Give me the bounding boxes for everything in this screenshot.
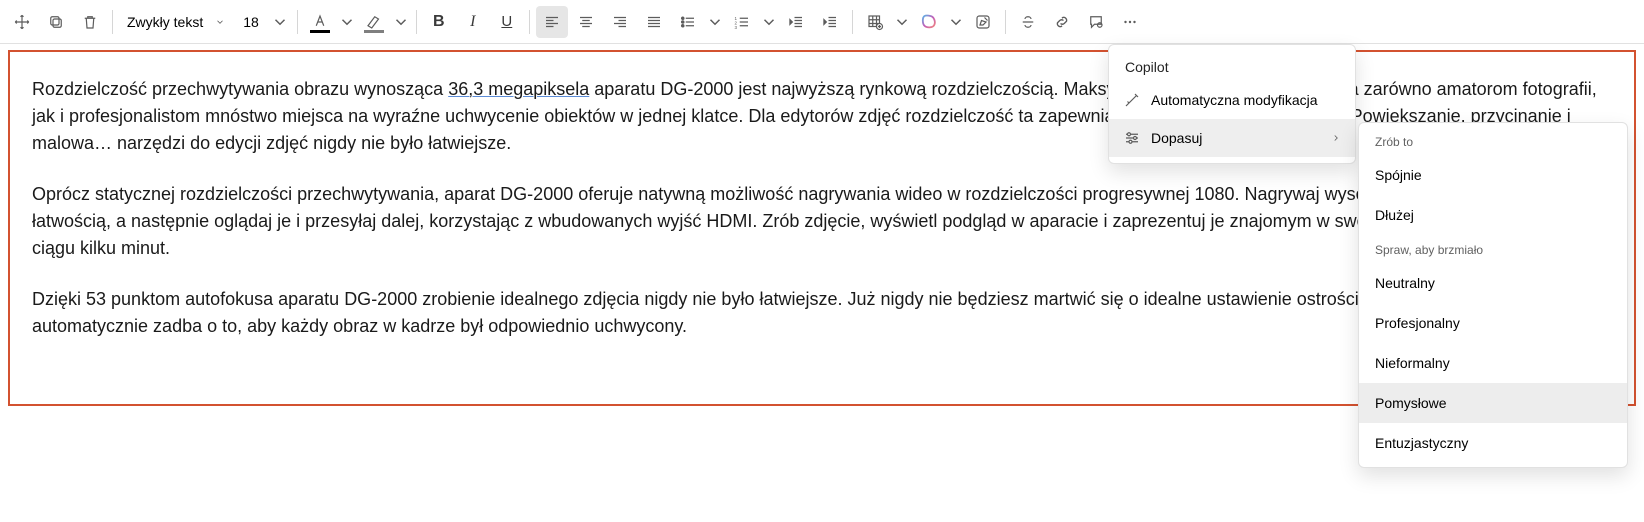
- delete-icon[interactable]: [74, 6, 106, 38]
- copilot-icon: [920, 13, 938, 31]
- formatting-toolbar: Zwykły tekst 18 B I U 123: [0, 0, 1644, 44]
- menu-label: Automatyczna modyfikacja: [1151, 92, 1318, 108]
- submenu-item-coherent[interactable]: Spójnie: [1359, 155, 1627, 195]
- copy-icon[interactable]: [40, 6, 72, 38]
- hyperlink-text[interactable]: 36,3 megapiksela: [448, 79, 589, 99]
- align-center-button[interactable]: [570, 6, 602, 38]
- sliders-icon: [1123, 129, 1141, 147]
- submenu-item-longer[interactable]: Dłużej: [1359, 195, 1627, 235]
- menu-item-auto-modify[interactable]: Automatyczna modyfikacja: [1109, 81, 1355, 119]
- move-icon[interactable]: [6, 6, 38, 38]
- copilot-context-menu: Copilot Automatyczna modyfikacja Dopasuj: [1108, 44, 1356, 164]
- bullet-list-button[interactable]: [672, 6, 704, 38]
- chevron-down-icon: [215, 17, 225, 27]
- copilot-button[interactable]: [913, 6, 945, 38]
- highlight-dropdown[interactable]: [392, 6, 410, 38]
- chevron-down-icon: [392, 13, 410, 31]
- separator: [852, 10, 853, 34]
- chevron-down-icon: [893, 13, 911, 31]
- separator: [416, 10, 417, 34]
- align-justify-button[interactable]: [638, 6, 670, 38]
- adjust-submenu: Zrób to Spójnie Dłużej Spraw, aby brzmia…: [1358, 122, 1628, 468]
- decrease-indent-button[interactable]: [780, 6, 812, 38]
- submenu-group-label: Spraw, aby brzmiało: [1359, 235, 1627, 263]
- copilot-menu-title: Copilot: [1109, 51, 1355, 81]
- text-style-label: Zwykły tekst: [127, 14, 203, 30]
- highlight-button[interactable]: [358, 6, 390, 38]
- submenu-item-informal[interactable]: Nieformalny: [1359, 343, 1627, 383]
- chevron-down-icon: [271, 13, 289, 31]
- menu-item-adjust[interactable]: Dopasuj: [1109, 119, 1355, 157]
- designer-button[interactable]: [967, 6, 999, 38]
- text-style-select[interactable]: Zwykły tekst: [119, 6, 233, 38]
- comment-button[interactable]: [1080, 6, 1112, 38]
- chevron-down-icon: [338, 13, 356, 31]
- submenu-item-enthusiastic[interactable]: Entuzjastyczny: [1359, 423, 1627, 463]
- font-color-dropdown[interactable]: [338, 6, 356, 38]
- bullet-dropdown[interactable]: [706, 6, 724, 38]
- italic-button[interactable]: I: [457, 6, 489, 38]
- copilot-dropdown[interactable]: [947, 6, 965, 38]
- font-size-dropdown[interactable]: [269, 6, 291, 38]
- numbered-dropdown[interactable]: [760, 6, 778, 38]
- submenu-item-professional[interactable]: Profesjonalny: [1359, 303, 1627, 343]
- table-dropdown[interactable]: [893, 6, 911, 38]
- font-size-value: 18: [243, 14, 259, 30]
- bold-button[interactable]: B: [423, 6, 455, 38]
- svg-text:3: 3: [734, 24, 737, 29]
- separator: [112, 10, 113, 34]
- font-size-select[interactable]: 18: [235, 6, 267, 38]
- align-left-button[interactable]: [536, 6, 568, 38]
- separator: [1005, 10, 1006, 34]
- wand-icon: [1123, 91, 1141, 109]
- insert-table-button[interactable]: [859, 6, 891, 38]
- strikethrough-button[interactable]: [1012, 6, 1044, 38]
- more-options-button[interactable]: [1114, 6, 1146, 38]
- menu-label: Dopasuj: [1151, 130, 1202, 146]
- chevron-right-icon: [1331, 133, 1341, 143]
- separator: [529, 10, 530, 34]
- submenu-group-label: Zrób to: [1359, 127, 1627, 155]
- chevron-down-icon: [947, 13, 965, 31]
- submenu-item-neutral[interactable]: Neutralny: [1359, 263, 1627, 303]
- submenu-item-inventive[interactable]: Pomysłowe: [1359, 383, 1627, 423]
- separator: [297, 10, 298, 34]
- link-button[interactable]: [1046, 6, 1078, 38]
- text-run: Rozdzielczość przechwytywania obrazu wyn…: [32, 79, 448, 99]
- chevron-down-icon: [760, 13, 778, 31]
- numbered-list-button[interactable]: 123: [726, 6, 758, 38]
- underline-button[interactable]: U: [491, 6, 523, 38]
- font-color-button[interactable]: [304, 6, 336, 38]
- align-right-button[interactable]: [604, 6, 636, 38]
- increase-indent-button[interactable]: [814, 6, 846, 38]
- chevron-down-icon: [706, 13, 724, 31]
